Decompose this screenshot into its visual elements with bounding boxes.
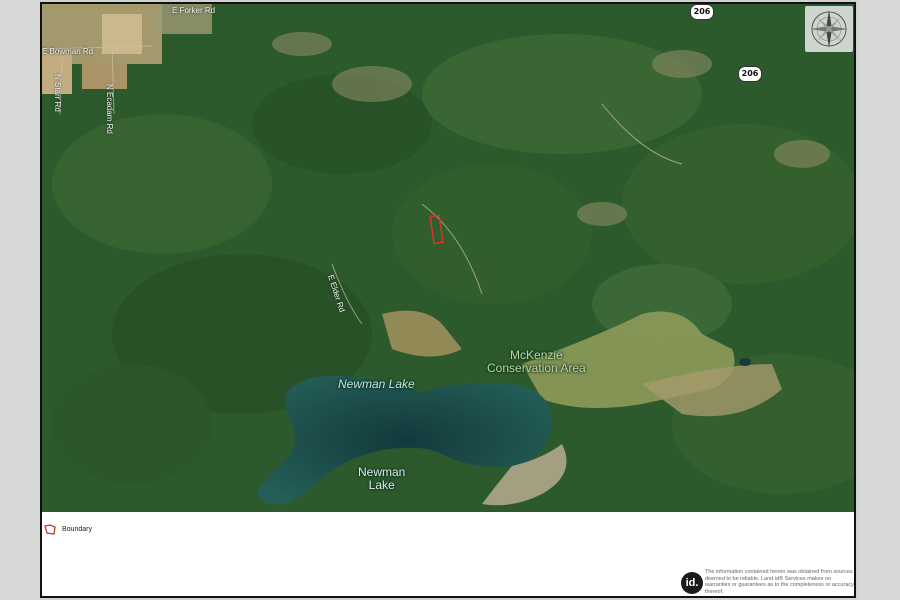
road-label-bottom-left: E Bowman Rd [42, 47, 94, 56]
road-label-top: E Forker Rd [172, 6, 216, 15]
conservation-area-label-line2: Conservation Area [487, 361, 586, 375]
legend-label-boundary: Boundary [62, 525, 92, 533]
compass-rose-icon [805, 6, 853, 52]
disclaimer-text: The information contained herein was obt… [705, 569, 854, 595]
route-206-shield-right: 206 [738, 66, 762, 82]
background-strip-left [0, 0, 40, 600]
map-legend: Boundary [44, 522, 92, 536]
background-strip-right [858, 0, 900, 600]
land-id-logo: id. [681, 572, 703, 594]
road-label-vertical: N Ecadam Rd [105, 84, 114, 134]
road-label-far-left: N Starr Rd [53, 74, 62, 112]
route-206-shield-top: 206 [690, 4, 714, 20]
newman-lake-water-label: Newman Lake [338, 377, 415, 391]
boundary-swatch-icon [44, 523, 56, 535]
satellite-map[interactable]: Newman Lake McKenzie Conservation Area N… [42, 4, 854, 512]
map-terrain [42, 4, 854, 512]
newman-lake-label: Newman Lake [358, 466, 405, 492]
newman-lake-label-line2: Lake [368, 478, 395, 492]
conservation-area-label: McKenzie Conservation Area [487, 349, 586, 375]
